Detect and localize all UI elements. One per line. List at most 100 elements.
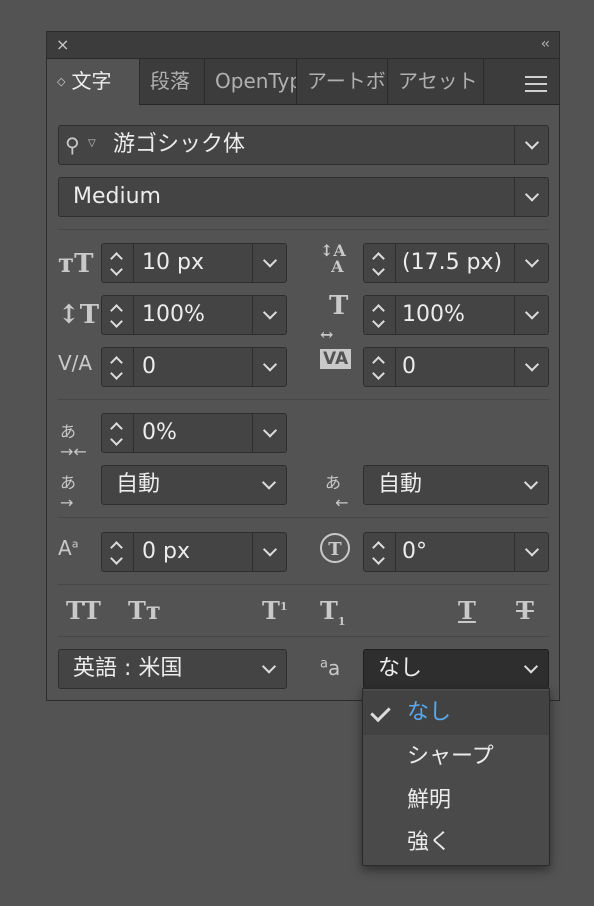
rotation-dropdown-button[interactable] [514, 533, 548, 571]
tab-label: アートボード [307, 69, 387, 93]
small-caps-icon[interactable]: Tᴛ [128, 596, 161, 625]
divider [58, 229, 549, 230]
tab-character[interactable]: ◇ 文字 [47, 59, 140, 105]
leading-step-buttons[interactable] [364, 244, 396, 282]
vertical-scale-step-buttons[interactable] [102, 296, 134, 334]
vertical-scale-icon: ↕T [58, 300, 100, 330]
tab-label: 文字 [71, 69, 112, 93]
tab-artboard[interactable]: アートボード [297, 59, 388, 104]
language-value: 英語 : 米国 [73, 656, 183, 681]
aki-after-dropdown-button[interactable] [514, 466, 548, 504]
tsume-value[interactable]: 0% [142, 414, 177, 452]
antialias-option-sharp[interactable]: シャープ [363, 735, 549, 779]
baseline-shift-icon: Aa [58, 536, 79, 560]
divider [58, 517, 549, 518]
panel-menu-icon[interactable] [525, 76, 547, 97]
aki-after-select[interactable]: 自動 [363, 465, 549, 505]
language-select[interactable]: 英語 : 米国 [58, 649, 287, 689]
antialias-icon: aa [320, 656, 341, 680]
antialias-option-crisp[interactable]: 鮮明 [363, 779, 549, 823]
close-icon[interactable]: × [56, 35, 69, 54]
tsume-dropdown-button[interactable] [252, 414, 286, 452]
font-family-dropdown-button[interactable] [514, 126, 548, 164]
kerning-stepper[interactable]: 0 [101, 347, 287, 387]
font-style-dropdown-button[interactable] [514, 178, 548, 216]
collapse-icon[interactable]: ‹‹ [541, 36, 550, 52]
antialias-dropdown-button[interactable] [514, 650, 548, 688]
language-dropdown-button[interactable] [252, 650, 286, 688]
tab-bar: ◇ 文字 段落 OpenType アートボード アセット [47, 59, 559, 105]
tracking-value[interactable]: 0 [402, 348, 416, 386]
font-family-select[interactable]: ⚲ ▽ 游ゴシック体 [58, 125, 549, 165]
kerning-value[interactable]: 0 [142, 348, 156, 386]
font-size-value[interactable]: 10 px [142, 244, 204, 282]
leading-icon: ↕A A [320, 241, 346, 276]
rotation-step-buttons[interactable] [364, 533, 396, 571]
tab-label: アセット [398, 69, 478, 93]
kerning-step-buttons[interactable] [102, 348, 134, 386]
option-label: シャープ [407, 744, 494, 769]
divider [58, 636, 549, 637]
rotation-stepper[interactable]: 0° [363, 532, 549, 572]
superscript-icon[interactable]: T1 [262, 596, 288, 625]
horizontal-scale-value[interactable]: 100% [402, 296, 465, 334]
vertical-scale-dropdown-button[interactable] [252, 296, 286, 334]
font-size-step-buttons[interactable] [102, 244, 134, 282]
antialias-option-strong[interactable]: 強く [363, 821, 549, 865]
tracking-step-buttons[interactable] [364, 348, 396, 386]
all-caps-icon[interactable]: TT [66, 596, 101, 625]
tab-label: 段落 [150, 69, 190, 93]
tab-paragraph[interactable]: 段落 [140, 59, 205, 104]
baseline-shift-step-buttons[interactable] [102, 533, 134, 571]
kerning-icon: V/A [58, 351, 93, 375]
chevron-down-icon: ▽ [88, 138, 96, 149]
font-size-dropdown-button[interactable] [252, 244, 286, 282]
subscript-icon[interactable]: T1 [320, 596, 346, 628]
font-style-value: Medium [73, 184, 161, 209]
aki-before-dropdown-button[interactable] [252, 466, 286, 504]
strikethrough-icon[interactable]: T [516, 596, 534, 625]
antialias-value: なし [378, 656, 423, 681]
aki-after-value: 自動 [378, 472, 423, 497]
tsume-stepper[interactable]: 0% [101, 413, 287, 453]
antialias-select[interactable]: なし [363, 649, 549, 689]
horizontal-scale-dropdown-button[interactable] [514, 296, 548, 334]
horizontal-scale-stepper[interactable]: 100% [363, 295, 549, 335]
font-style-select[interactable]: Medium [58, 177, 549, 217]
font-size-icon: ᴛT [58, 249, 94, 279]
vertical-scale-value[interactable]: 100% [142, 296, 205, 334]
tsume-icon: あ →← [60, 422, 87, 461]
checkmark-icon [370, 701, 391, 723]
option-label: 強く [407, 830, 452, 855]
tracking-icon: VA [320, 349, 352, 369]
leading-stepper[interactable]: (17.5 px) [363, 243, 549, 283]
leading-dropdown-button[interactable] [514, 244, 548, 282]
rotation-value[interactable]: 0° [402, 533, 427, 571]
aki-before-value: 自動 [116, 472, 161, 497]
search-icon[interactable]: ⚲ [65, 133, 80, 157]
tab-assets[interactable]: アセット [388, 59, 484, 104]
font-family-value: 游ゴシック体 [113, 132, 246, 157]
leading-value[interactable]: (17.5 px) [402, 244, 502, 282]
tsume-step-buttons[interactable] [102, 414, 134, 452]
aki-before-icon: あ → [60, 473, 77, 512]
baseline-shift-stepper[interactable]: 0 px [101, 532, 287, 572]
underline-icon[interactable]: T [458, 596, 476, 625]
tab-label: OpenType [215, 69, 296, 93]
baseline-shift-dropdown-button[interactable] [252, 533, 286, 571]
aki-after-icon: あ ← [325, 473, 349, 512]
vertical-scale-stepper[interactable]: 100% [101, 295, 287, 335]
antialias-option-none[interactable]: なし [363, 691, 549, 735]
tracking-dropdown-button[interactable] [514, 348, 548, 386]
tracking-stepper[interactable]: 0 [363, 347, 549, 387]
font-size-stepper[interactable]: 10 px [101, 243, 287, 283]
horizontal-scale-step-buttons[interactable] [364, 296, 396, 334]
divider [58, 399, 549, 400]
antialias-menu: なし シャープ 鮮明 強く [362, 688, 550, 866]
baseline-shift-value[interactable]: 0 px [142, 533, 190, 571]
tab-opentype[interactable]: OpenType [205, 59, 297, 104]
divider [58, 584, 549, 585]
aki-before-select[interactable]: 自動 [101, 465, 287, 505]
option-label: なし [407, 700, 452, 725]
kerning-dropdown-button[interactable] [252, 348, 286, 386]
